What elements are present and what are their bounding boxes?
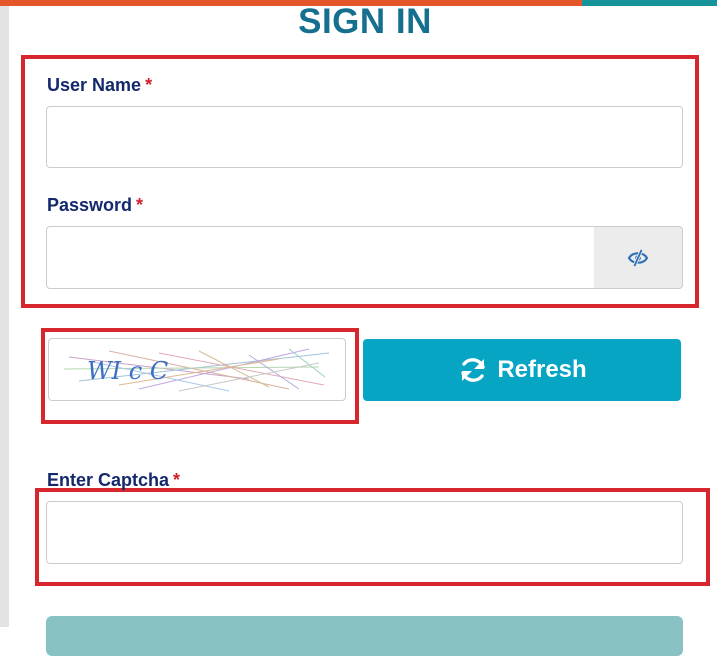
captcha-image: WI c C (48, 338, 346, 401)
page-title: SIGN IN (298, 2, 432, 41)
submit-button[interactable] (46, 616, 683, 656)
captcha-required-mark: * (173, 470, 181, 490)
eye-slash-icon (627, 248, 649, 267)
refresh-button-label: Refresh (497, 356, 587, 383)
password-input[interactable] (46, 226, 595, 289)
username-input[interactable] (46, 106, 683, 168)
password-required-mark: * (136, 195, 144, 215)
password-label-text: Password (47, 195, 133, 215)
password-label: Password * (47, 195, 143, 216)
username-label-text: User Name (47, 75, 142, 95)
captcha-graphic: WI c C (63, 348, 330, 392)
username-label: User Name * (47, 75, 152, 96)
refresh-captcha-button[interactable]: Refresh (363, 339, 681, 401)
left-rail (0, 0, 9, 627)
refresh-icon (461, 358, 486, 382)
captcha-text: WI c C (87, 357, 168, 385)
captcha-input-label: Enter Captcha * (47, 470, 180, 491)
username-required-mark: * (145, 75, 153, 95)
captcha-input-label-text: Enter Captcha (47, 470, 170, 490)
password-visibility-toggle[interactable] (594, 226, 683, 289)
captcha-input[interactable] (46, 501, 683, 564)
